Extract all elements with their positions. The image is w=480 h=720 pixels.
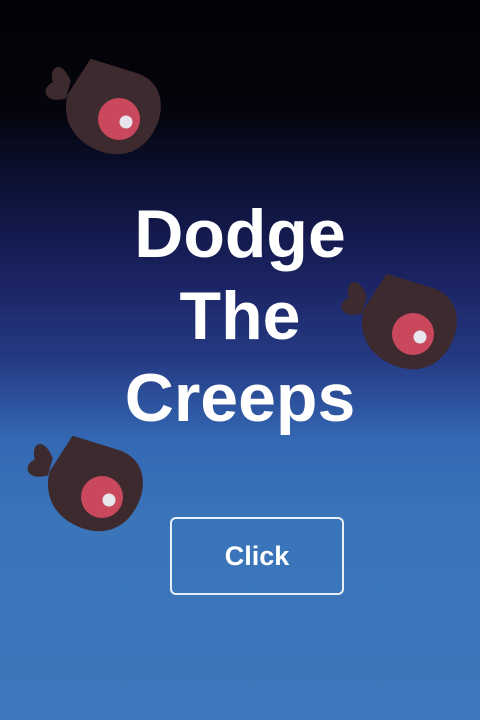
title-line-2: The xyxy=(179,278,301,354)
start-button[interactable]: Click xyxy=(170,517,344,595)
creep-icon xyxy=(26,48,166,158)
creep-sprite xyxy=(27,435,143,532)
creep-sprite xyxy=(45,58,161,155)
title-line-3: Creeps xyxy=(124,360,356,436)
title-line-1: Dodge xyxy=(134,196,346,272)
game-title: Dodge The Creeps xyxy=(0,193,480,439)
creep-icon xyxy=(8,425,148,535)
game-screen: Dodge The Creeps Click xyxy=(0,0,480,720)
